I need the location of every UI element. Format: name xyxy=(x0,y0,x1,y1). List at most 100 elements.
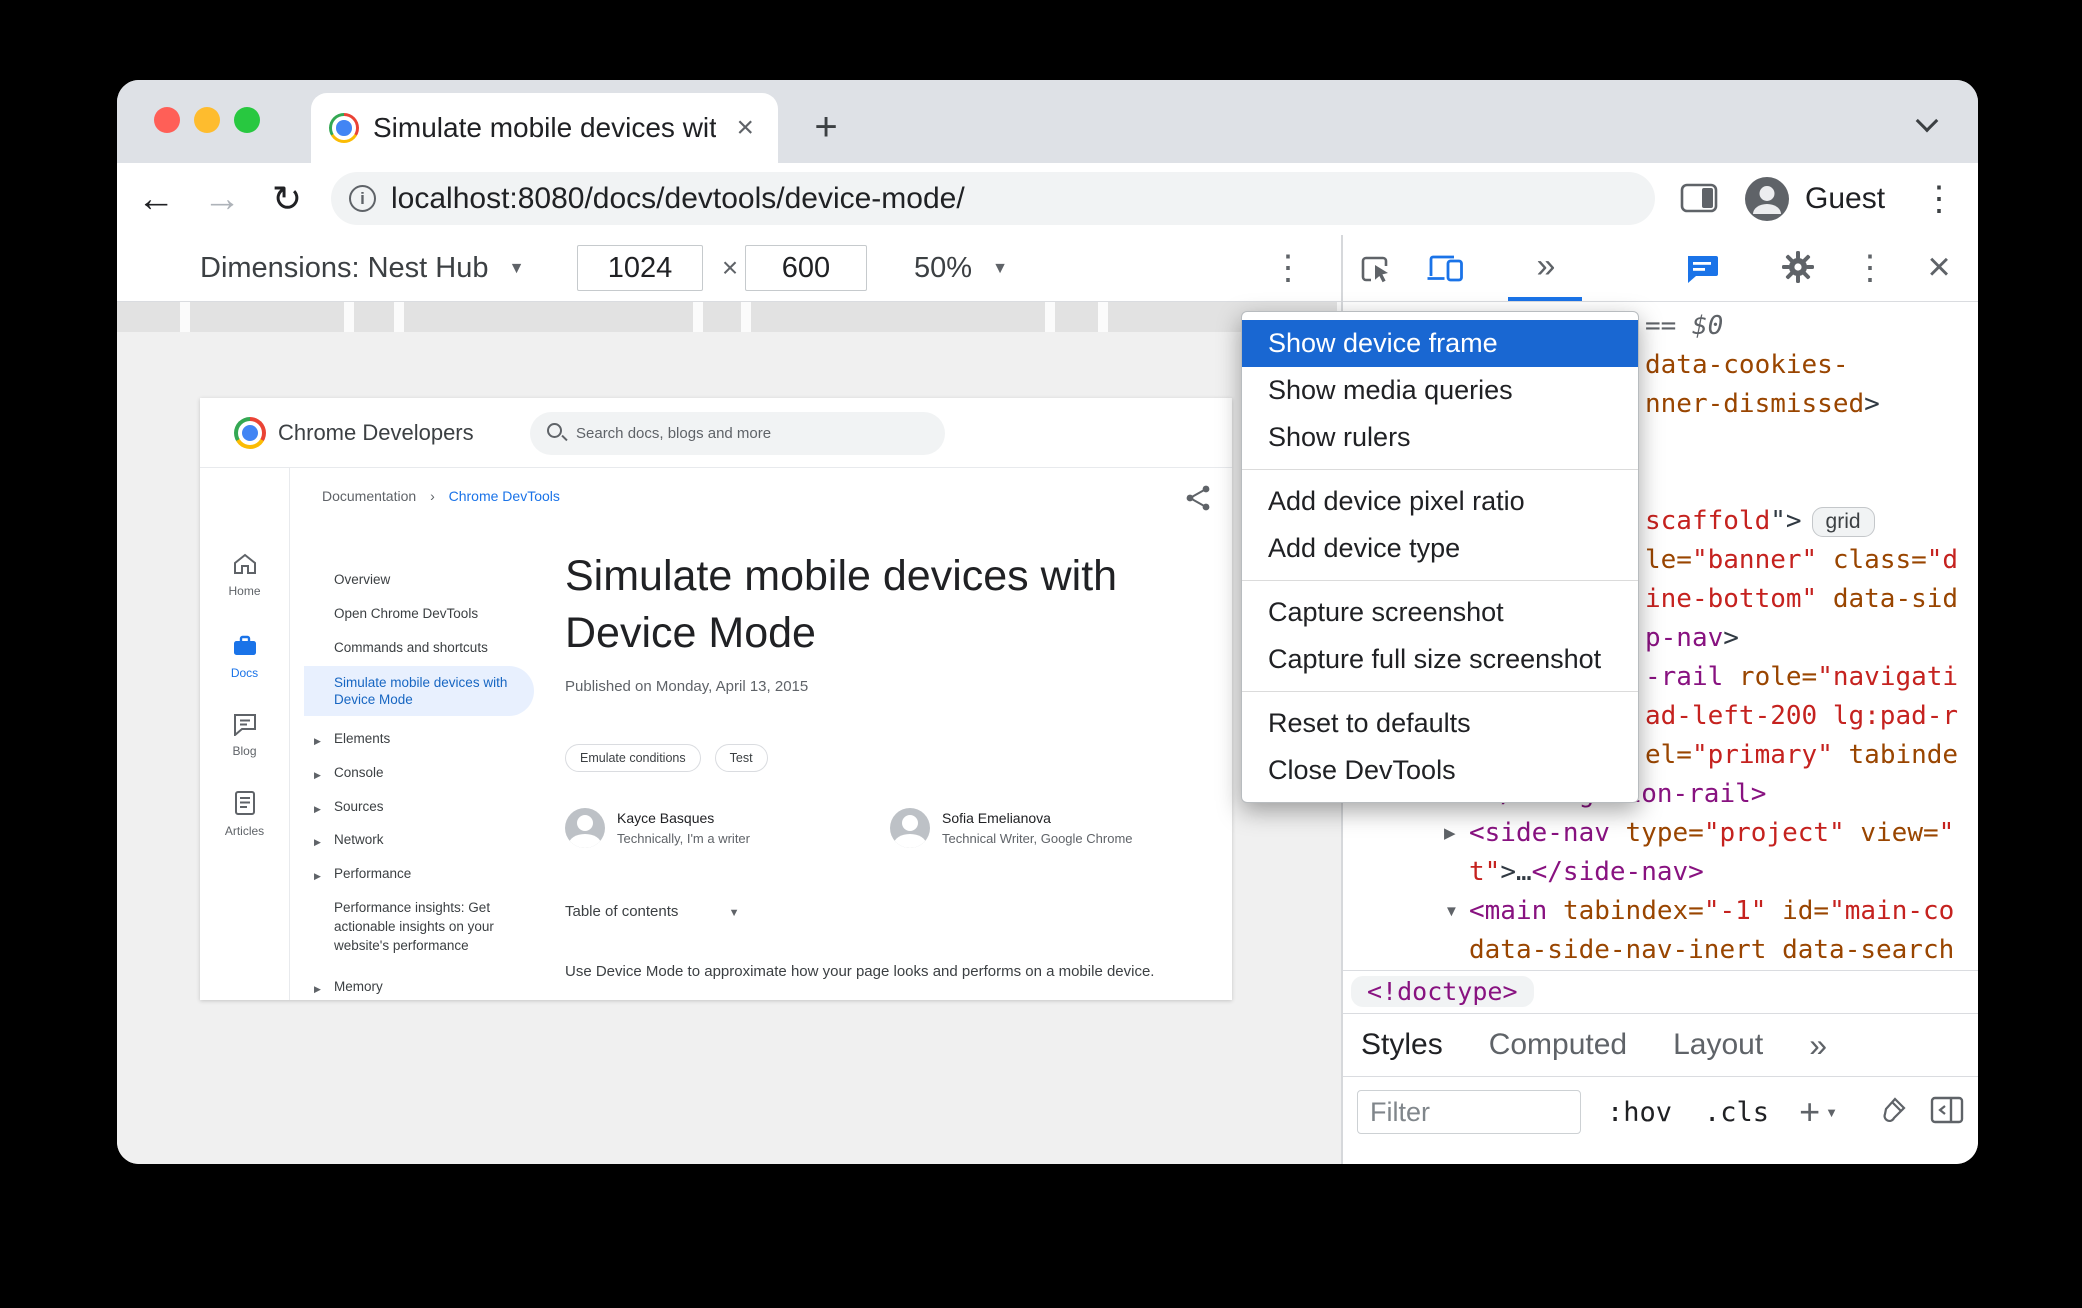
nav-item-label: Memory xyxy=(334,979,383,994)
menu-item-add-device-type[interactable]: Add device type xyxy=(1242,525,1638,572)
styles-tabs-overflow-button[interactable]: » xyxy=(1809,1027,1827,1064)
author-role: Technical Writer, Google Chrome xyxy=(942,831,1133,846)
side-panel-icon[interactable] xyxy=(1677,183,1721,227)
tab-search-chevron-icon[interactable] xyxy=(1915,109,1939,133)
rail-item-docs[interactable]: Docs xyxy=(200,634,289,680)
browser-menu-kebab-icon[interactable]: ⋮ xyxy=(1917,177,1961,221)
toggle-sidebar-icon[interactable] xyxy=(1930,1096,1964,1129)
toggle-device-toolbar-icon[interactable] xyxy=(1426,251,1464,290)
avatar[interactable] xyxy=(1745,177,1789,221)
site-rail: Home Docs Blog Articles xyxy=(200,468,290,1000)
profile-name: Guest xyxy=(1805,182,1886,215)
menu-item-show-rulers[interactable]: Show rulers xyxy=(1242,414,1638,461)
rail-item-label: Blog xyxy=(232,744,257,758)
address-bar[interactable]: i localhost:8080/docs/devtools/device-mo… xyxy=(331,172,1655,225)
zoom-selector[interactable]: 50% ▼ xyxy=(914,235,1008,302)
author-name[interactable]: Sofia Emelianova xyxy=(942,810,1051,826)
menu-item-reset-to-defaults[interactable]: Reset to defaults xyxy=(1242,700,1638,747)
menu-item-add-device-pixel-ratio[interactable]: Add device pixel ratio xyxy=(1242,478,1638,525)
element-class-toggle[interactable]: .cls xyxy=(1704,1097,1769,1128)
author-role: Technically, I'm a writer xyxy=(617,831,750,846)
nav-item-performance[interactable]: ▶ Performance xyxy=(304,865,534,882)
site-info-icon[interactable]: i xyxy=(349,185,376,212)
reload-button[interactable]: ↻ xyxy=(265,177,309,221)
feedback-icon[interactable] xyxy=(1684,253,1720,291)
nav-item-open-chrome-devtools[interactable]: Open Chrome DevTools xyxy=(304,605,534,622)
code-line[interactable]: ▶ <side-nav type="project" view=" xyxy=(1343,814,1978,853)
menu-divider xyxy=(1242,691,1638,692)
styles-filter-input[interactable]: Filter xyxy=(1357,1090,1581,1134)
nav-item-label: Open Chrome DevTools xyxy=(334,606,479,621)
settings-gear-icon[interactable] xyxy=(1780,249,1816,290)
close-window-button[interactable] xyxy=(154,107,180,133)
nav-item-network[interactable]: ▶ Network xyxy=(304,831,534,848)
forward-button[interactable]: → xyxy=(200,177,244,221)
devtools-close-icon[interactable]: × xyxy=(1917,235,1961,299)
toc-label: Table of contents xyxy=(565,903,679,920)
expand-caret-icon: ▶ xyxy=(314,871,321,881)
collapse-twisty-icon[interactable]: ▼ xyxy=(1444,892,1469,931)
new-tab-button[interactable]: + xyxy=(803,105,849,151)
nav-item-label: Performance xyxy=(334,866,412,881)
code-line[interactable]: ▼ <main tabindex="-1" id="main-co xyxy=(1343,892,1978,931)
new-rule-caret-icon: ▼ xyxy=(1825,1104,1838,1120)
nav-item-label: Elements xyxy=(334,731,391,746)
author-name[interactable]: Kayce Basques xyxy=(617,810,714,826)
tag-chip[interactable]: Test xyxy=(714,744,768,772)
menu-item-show-media-queries[interactable]: Show media queries xyxy=(1242,367,1638,414)
browser-tab[interactable]: Simulate mobile devices with D × xyxy=(311,93,778,163)
tag-chip[interactable]: Emulate conditions xyxy=(565,744,701,772)
menu-item-capture-full-size-screenshot[interactable]: Capture full size screenshot xyxy=(1242,636,1638,683)
browser-window: Simulate mobile devices with D × + ← → ↻… xyxy=(117,80,1978,1164)
back-button[interactable]: ← xyxy=(134,177,178,221)
devtools-menu-kebab-icon[interactable]: ⋮ xyxy=(1850,235,1890,301)
nav-item-console[interactable]: ▶ Console xyxy=(304,764,534,781)
device-options-kebab-icon[interactable]: ⋮ xyxy=(1268,235,1308,301)
dimensions-selector[interactable]: Dimensions: Nest Hub ▼ xyxy=(200,235,524,302)
zoom-window-button[interactable] xyxy=(234,107,260,133)
rail-item-blog[interactable]: Blog xyxy=(200,712,289,758)
rail-item-label: Articles xyxy=(224,824,265,838)
docs-icon xyxy=(233,635,256,655)
doctype-crumb[interactable]: <!doctype> xyxy=(1351,976,1534,1007)
expand-caret-icon: ▶ xyxy=(314,804,321,814)
inspect-element-icon[interactable] xyxy=(1358,251,1394,292)
menu-item-close-devtools[interactable]: Close DevTools xyxy=(1242,747,1638,794)
ruler-segment xyxy=(751,302,1045,332)
more-panels-button[interactable]: » xyxy=(1526,235,1566,297)
minimize-window-button[interactable] xyxy=(194,107,220,133)
width-input[interactable]: 1024 xyxy=(577,245,703,291)
menu-item-show-device-frame[interactable]: Show device frame xyxy=(1242,320,1638,367)
rail-item-home[interactable]: Home xyxy=(200,552,289,598)
pseudo-state-toggle[interactable]: :hov xyxy=(1607,1097,1672,1128)
tab-computed[interactable]: Computed xyxy=(1489,1028,1627,1062)
styles-filter-bar: Filter :hov .cls + ▼ xyxy=(1343,1077,1978,1147)
nav-item-memory[interactable]: ▶ Memory xyxy=(304,978,534,995)
expand-twisty-icon[interactable]: ▶ xyxy=(1444,814,1469,853)
nav-item-elements[interactable]: ▶ Elements xyxy=(304,730,534,747)
new-style-rule-button[interactable]: + xyxy=(1799,1091,1820,1133)
nav-item-commands-and-shortcuts[interactable]: Commands and shortcuts xyxy=(304,639,534,656)
nav-item-overview[interactable]: Overview xyxy=(304,571,534,588)
height-input[interactable]: 600 xyxy=(745,245,867,291)
chrome-developers-logo[interactable] xyxy=(234,417,266,449)
rail-item-label: Docs xyxy=(230,666,259,680)
code-line[interactable]: t">…</side-nav> xyxy=(1343,853,1978,892)
nav-item-performance-insights-get-actionable-insights-on-your-website-s-performance[interactable]: Performance insights: Get actionable ins… xyxy=(304,898,504,955)
rail-item-label: Home xyxy=(228,584,261,598)
grid-badge[interactable]: grid xyxy=(1811,506,1875,537)
rail-item-articles[interactable]: Articles xyxy=(200,790,289,838)
nav-item-sources[interactable]: ▶ Sources xyxy=(304,798,534,815)
tab-layout[interactable]: Layout xyxy=(1673,1028,1763,1062)
nav-item-simulate-mobile-devices-with-device-mode[interactable]: Simulate mobile devices with Device Mode xyxy=(304,666,534,716)
menu-item-capture-screenshot[interactable]: Capture screenshot xyxy=(1242,589,1638,636)
table-of-contents-toggle[interactable]: Table of contents ▼ xyxy=(565,903,739,920)
tab-styles[interactable]: Styles xyxy=(1361,1028,1443,1062)
rendering-brush-icon[interactable] xyxy=(1878,1095,1908,1130)
published-date: Published on Monday, April 13, 2015 xyxy=(565,678,809,695)
ruler-segment xyxy=(354,302,394,332)
tab-close-icon[interactable]: × xyxy=(730,111,760,145)
nav-item-label: Performance insights: Get actionable ins… xyxy=(334,900,494,953)
nav-item-label: Simulate mobile devices with Device Mode xyxy=(334,675,508,707)
code-line[interactable]: data-side-nav-inert data-search xyxy=(1343,931,1978,970)
